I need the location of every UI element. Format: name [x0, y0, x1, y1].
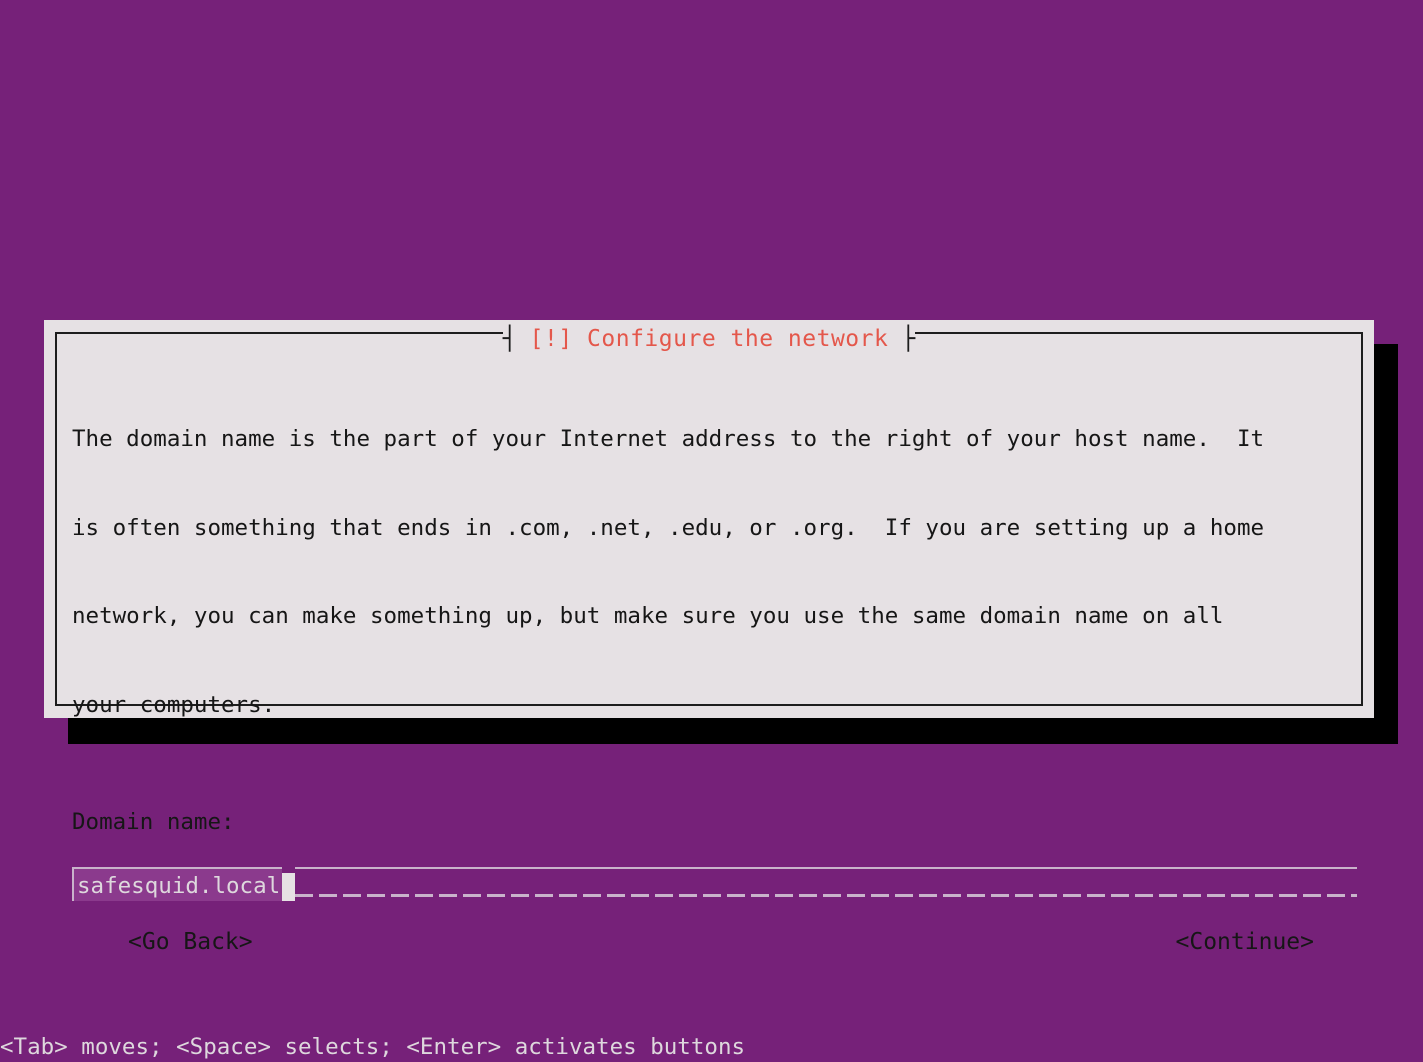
description-text: The domain name is the part of your Inte…: [72, 366, 1346, 779]
title-tick-right-icon: ├: [901, 326, 916, 352]
input-underscore-fill: [295, 866, 1357, 901]
description-line: your computers.: [72, 691, 276, 718]
title-tick-left-icon: ┤: [502, 326, 517, 352]
configure-network-dialog: ┤ [!] Configure the network ├ The domain…: [44, 320, 1374, 955]
dialog-title-bar: ┤ [!] Configure the network ├: [44, 320, 1374, 356]
domain-name-label: Domain name:: [72, 809, 235, 835]
status-bar-hint: <Tab> moves; <Space> selects; <Enter> ac…: [0, 1034, 746, 1060]
installer-screen: ┤ [!] Configure the network ├ The domain…: [0, 0, 1423, 1062]
page-title: [!] Configure the network: [529, 326, 889, 352]
continue-button[interactable]: <Continue>: [1176, 925, 1314, 959]
domain-name-input-value[interactable]: safesquid.local: [72, 866, 283, 901]
description-line: network, you can make something up, but …: [72, 603, 1224, 629]
domain-name-input-row[interactable]: safesquid.local: [72, 866, 1357, 901]
go-back-button[interactable]: <Go Back>: [128, 925, 253, 959]
text-cursor: [282, 872, 296, 901]
description-line: is often something that ends in .com, .n…: [72, 514, 1265, 541]
dialog-content: The domain name is the part of your Inte…: [72, 366, 1357, 955]
dialog-button-row: <Go Back> <Continue>: [72, 925, 1346, 959]
description-line: The domain name is the part of your Inte…: [72, 426, 1265, 452]
domain-name-input[interactable]: safesquid.local: [72, 866, 1357, 901]
